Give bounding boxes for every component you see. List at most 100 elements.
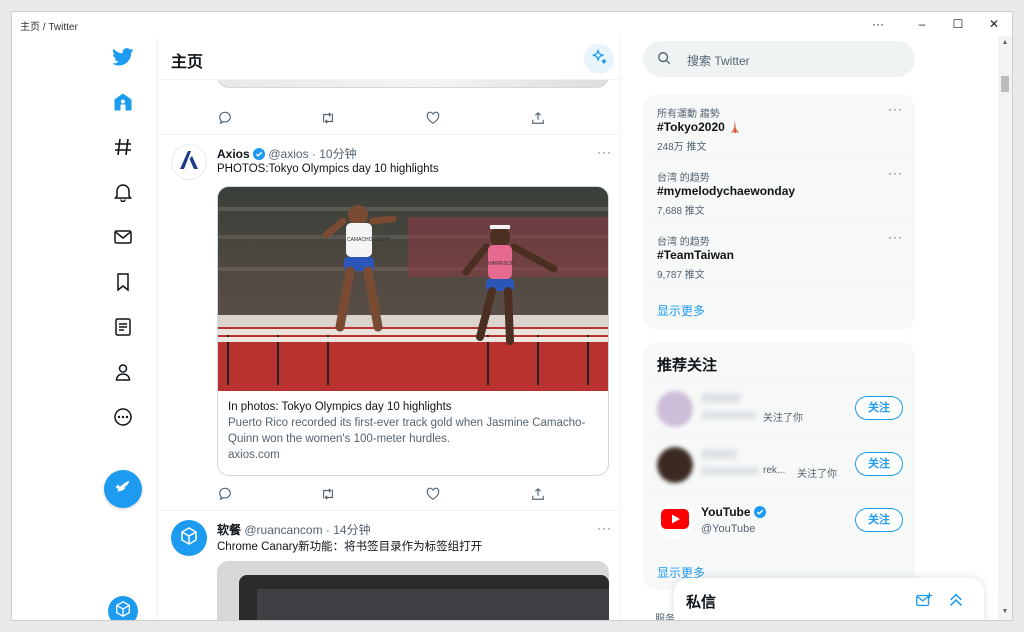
scrollbar[interactable]: ▲ ▼ (998, 36, 1012, 620)
messages-drawer[interactable]: 私信 (674, 578, 984, 620)
retweet-icon[interactable] (320, 486, 336, 502)
trend-count: 248万 推文 (657, 142, 707, 153)
avatar[interactable] (657, 503, 693, 539)
tweet-more-button[interactable]: ··· (597, 521, 612, 535)
blurred-handle (701, 467, 759, 475)
divider (158, 134, 620, 135)
trend-context: 台湾 的趋势 (657, 237, 710, 248)
divider (158, 510, 620, 511)
follows-you-label: 关注了你 (763, 413, 803, 424)
trend-item[interactable]: 台湾 的趋势 #mymelodychaewonday 7,688 推文 ··· (643, 158, 915, 222)
home-timeline: 主页 Axios @axios · 10分钟 ··· PHOTOS:Tokyo … (157, 36, 621, 620)
trend-tag: #Tokyo2020 🗼 (657, 120, 742, 134)
link-card[interactable]: CAMACHO-QUINN HARRISON In photos: Tokyo … (217, 186, 609, 476)
share-icon[interactable] (530, 486, 546, 502)
trend-more-button[interactable]: ··· (888, 102, 903, 116)
youtube-logo-icon (661, 508, 689, 534)
trend-count: 9,787 推文 (657, 270, 705, 281)
maximize-button[interactable]: ☐ (940, 14, 976, 34)
tweet-header: Axios @axios · 10分钟 (217, 145, 357, 163)
blurred-name (701, 393, 741, 403)
more-circle-icon[interactable] (109, 403, 137, 431)
like-icon[interactable] (425, 486, 441, 502)
tweet-text: Chrome Canary新功能：将书签目录作为标签组打开 (217, 541, 483, 553)
bookmarks-icon[interactable] (109, 268, 137, 296)
scrollbar-thumb[interactable] (1001, 76, 1009, 92)
trend-more-button[interactable]: ··· (888, 166, 903, 180)
retweet-icon[interactable] (320, 110, 336, 126)
tweet-actions (217, 110, 557, 126)
card-title: In photos: Tokyo Olympics day 10 highlig… (228, 401, 452, 413)
account-avatar[interactable] (108, 596, 138, 621)
expand-chevron-icon[interactable] (947, 591, 965, 614)
reply-icon[interactable] (217, 110, 233, 126)
follows-you-label: 关注了你 (797, 469, 837, 480)
verified-badge-icon (253, 148, 266, 163)
sparkle-icon (590, 48, 608, 71)
timeline-header: 主页 (158, 36, 620, 80)
reply-icon[interactable] (217, 486, 233, 502)
footer-link[interactable]: 服务 (655, 610, 675, 620)
explore-hashtag-icon[interactable] (109, 133, 137, 161)
follow-button[interactable]: 关注 (855, 508, 903, 532)
follow-button[interactable]: 关注 (855, 396, 903, 420)
home-icon[interactable] (109, 88, 137, 116)
card-image: CAMACHO-QUINN HARRISON (218, 187, 608, 391)
window-title: 主页 / Twitter (20, 22, 78, 33)
like-icon[interactable] (425, 110, 441, 126)
twitter-logo-icon[interactable] (109, 43, 137, 71)
compose-tweet-icon (114, 478, 132, 501)
author-name[interactable]: Axios (217, 147, 250, 161)
trend-count: 7,688 推文 (657, 206, 705, 217)
card-domain: axios.com (228, 449, 280, 461)
minimize-button[interactable]: – (904, 14, 940, 34)
messages-mail-icon[interactable] (109, 223, 137, 251)
avatar[interactable] (657, 447, 693, 483)
trends-show-more-link[interactable]: 显示更多 (657, 302, 705, 319)
avatar[interactable] (657, 391, 693, 427)
trend-item[interactable]: 所有運動 趨勢 #Tokyo2020 🗼 248万 推文 ··· (643, 94, 915, 158)
avatar[interactable] (171, 520, 207, 556)
tweet-text: PHOTOS:Tokyo Olympics day 10 highlights (217, 163, 439, 175)
follow-button[interactable]: 关注 (855, 452, 903, 476)
suggestion-name: YouTube (701, 505, 766, 521)
follow-suggestion[interactable]: rek... 关注了你 关注 (643, 436, 915, 492)
lists-icon[interactable] (109, 313, 137, 341)
compose-tweet-button[interactable] (104, 470, 142, 508)
author-handle-time: @axios · 10分钟 (268, 147, 357, 161)
search-bar[interactable]: 搜索 Twitter (643, 41, 915, 77)
trend-tag: #mymelodychaewonday (657, 184, 796, 198)
verified-badge-icon (753, 506, 766, 521)
share-icon[interactable] (530, 110, 546, 126)
notifications-bell-icon[interactable] (109, 178, 137, 206)
profile-icon[interactable] (109, 358, 137, 386)
follow-suggestion[interactable]: 关注了你 关注 (643, 380, 915, 436)
trend-context: 台湾 的趋势 (657, 173, 710, 184)
cube-logo-icon (179, 526, 199, 551)
blurred-name (701, 449, 737, 459)
top-tweets-button[interactable] (584, 44, 614, 74)
search-input[interactable]: 搜索 Twitter (687, 52, 750, 69)
author-name[interactable]: 软餐 (217, 523, 241, 537)
messages-drawer-title: 私信 (686, 594, 717, 611)
card-description: Puerto Rico recorded its first-ever trac… (228, 417, 586, 445)
tweet-more-button[interactable]: ··· (597, 145, 612, 159)
window-menu-button[interactable]: ··· (860, 14, 896, 34)
suggestion-handle: @YouTube (701, 523, 756, 535)
close-button[interactable]: ✕ (976, 14, 1012, 34)
blurred-handle (701, 411, 757, 419)
tweet-media[interactable] (217, 561, 609, 620)
title-bar: 主页 / Twitter ··· – ☐ ✕ (12, 12, 1012, 36)
scroll-up-arrow-icon[interactable]: ▲ (998, 39, 1012, 46)
avatar[interactable] (171, 144, 207, 180)
trend-more-button[interactable]: ··· (888, 230, 903, 244)
new-message-icon[interactable] (915, 591, 933, 614)
trend-context: 所有運動 趨勢 (657, 109, 720, 120)
olympics-hurdles-photo-icon: CAMACHO-QUINN HARRISON (218, 187, 608, 391)
app-window: 主页 / Twitter ··· – ☐ ✕ 主页 Axios @axios ·… (11, 11, 1013, 621)
trend-item[interactable]: 台湾 的趋势 #TeamTaiwan 9,787 推文 ··· (643, 222, 915, 286)
follow-suggestion[interactable]: YouTube @YouTube 关注 (643, 492, 915, 548)
account-avatar-icon (114, 600, 132, 621)
scroll-down-arrow-icon[interactable]: ▼ (998, 608, 1012, 615)
page-title: 主页 (171, 54, 204, 71)
